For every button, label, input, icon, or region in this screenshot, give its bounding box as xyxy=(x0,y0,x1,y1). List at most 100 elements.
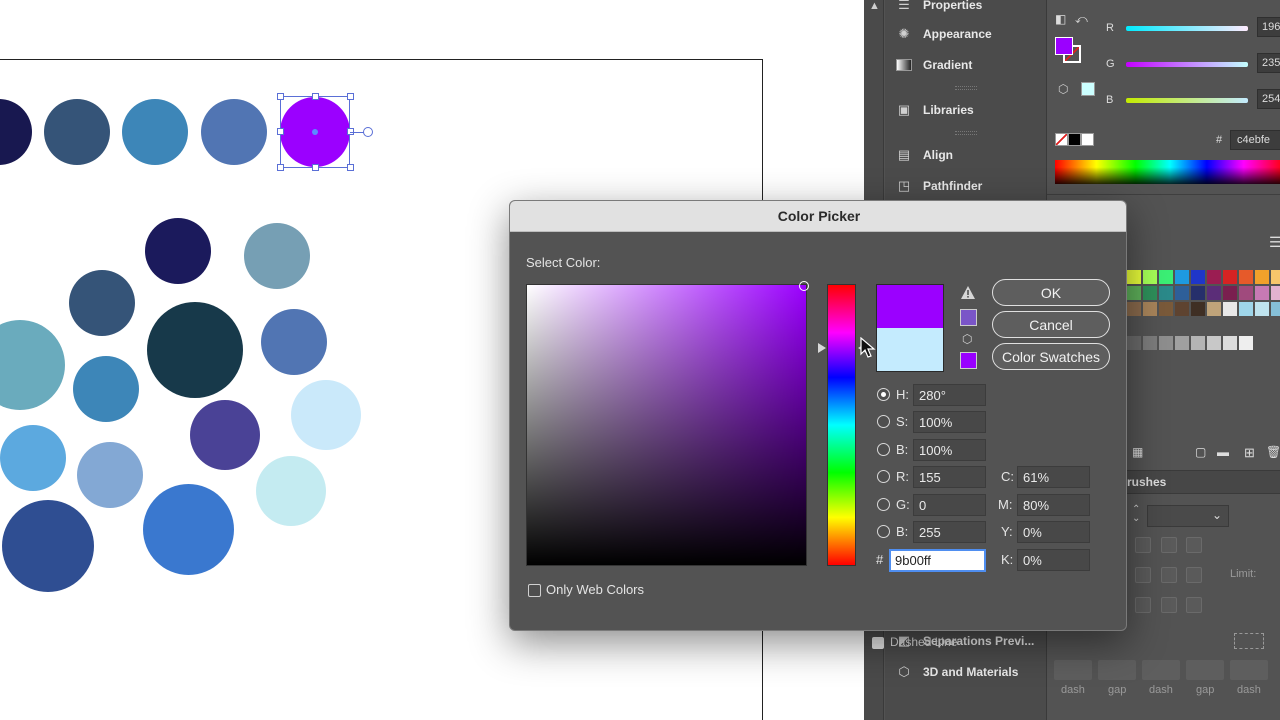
b-radio[interactable] xyxy=(877,443,890,456)
swatch[interactable] xyxy=(1143,270,1157,284)
circle-shape[interactable] xyxy=(190,400,260,470)
align-center-button[interactable] xyxy=(1135,597,1151,613)
color-swatches-button[interactable]: Color Swatches xyxy=(992,343,1110,370)
cancel-button[interactable]: Cancel xyxy=(992,311,1110,338)
swatch[interactable] xyxy=(1223,286,1237,300)
swatch[interactable] xyxy=(1143,336,1157,350)
swatch[interactable] xyxy=(1191,286,1205,300)
resize-handle[interactable] xyxy=(312,93,319,100)
c-field[interactable]: 61% xyxy=(1017,466,1090,488)
delete-icon[interactable]: 🗑 xyxy=(1266,445,1280,459)
y-field[interactable]: 0% xyxy=(1017,521,1090,543)
circle-shape[interactable] xyxy=(44,99,110,165)
m-field[interactable]: 80% xyxy=(1017,494,1090,516)
hex-value-field[interactable]: c4ebfe xyxy=(1230,130,1280,150)
saturation-brightness-field[interactable] xyxy=(526,284,807,566)
panel-item-pathfinder[interactable]: ◳ Pathfinder xyxy=(895,175,983,197)
collapse-arrow-icon[interactable]: ▲ xyxy=(869,0,880,12)
swatch[interactable] xyxy=(1207,286,1221,300)
swatch[interactable] xyxy=(1159,336,1173,350)
swatch[interactable] xyxy=(1175,270,1189,284)
dashed-line-checkbox[interactable] xyxy=(872,637,884,649)
swatch[interactable] xyxy=(1207,270,1221,284)
cap-round-button[interactable] xyxy=(1161,537,1177,553)
circle-shape[interactable] xyxy=(0,320,65,410)
join-miter-button[interactable] xyxy=(1135,567,1151,583)
current-color-preview[interactable] xyxy=(876,328,944,372)
white-swatch[interactable] xyxy=(1081,133,1094,146)
hue-slider-thumb-left[interactable] xyxy=(818,343,826,353)
join-bevel-button[interactable] xyxy=(1186,567,1202,583)
dash-field[interactable] xyxy=(1142,660,1180,680)
swatch[interactable] xyxy=(1143,302,1157,316)
swatch[interactable] xyxy=(1127,336,1141,350)
only-web-colors-checkbox[interactable] xyxy=(528,584,541,597)
swatch[interactable] xyxy=(1271,270,1280,284)
swatch[interactable] xyxy=(1271,302,1280,316)
h-field[interactable]: 280° xyxy=(913,384,986,406)
panel-item-appearance[interactable]: ✺ Appearance xyxy=(895,23,992,45)
circle-shape[interactable] xyxy=(261,309,327,375)
swatch[interactable] xyxy=(1255,302,1269,316)
blue-radio[interactable] xyxy=(877,525,890,538)
default-colors-icon[interactable]: ◧ xyxy=(1055,12,1066,26)
g-field[interactable]: 0 xyxy=(913,494,986,516)
swatch[interactable] xyxy=(1239,286,1253,300)
swatch[interactable] xyxy=(1159,286,1173,300)
r-radio[interactable] xyxy=(877,470,890,483)
warning-icon[interactable] xyxy=(960,285,976,301)
panel-group-grip[interactable] xyxy=(955,86,977,90)
join-round-button[interactable] xyxy=(1161,567,1177,583)
panel-item-libraries[interactable]: ▣ Libraries xyxy=(895,99,974,121)
dialog-title[interactable]: Color Picker xyxy=(510,201,1126,232)
new-color-group-icon[interactable]: ▬ xyxy=(1217,445,1229,459)
circle-shape[interactable] xyxy=(201,99,267,165)
none-black-white-chips[interactable] xyxy=(1055,133,1094,146)
color-field-marker[interactable] xyxy=(799,281,809,291)
resize-handle[interactable] xyxy=(347,93,354,100)
gap-field[interactable] xyxy=(1186,660,1224,680)
swatch[interactable] xyxy=(1175,336,1189,350)
live-corner-widget[interactable] xyxy=(363,127,373,137)
panel-item-properties[interactable]: ☰ Properties xyxy=(895,0,982,16)
circle-shape[interactable] xyxy=(147,302,243,398)
ok-button[interactable]: OK xyxy=(992,279,1110,306)
swatch[interactable] xyxy=(1255,286,1269,300)
weight-dropdown[interactable]: ⌄ xyxy=(1147,505,1229,527)
b-slider-track[interactable] xyxy=(1126,98,1248,103)
h-radio[interactable] xyxy=(877,388,890,401)
dash-align-icon[interactable] xyxy=(1234,633,1264,649)
swatch[interactable] xyxy=(1239,270,1253,284)
s-field[interactable]: 100% xyxy=(913,411,986,433)
black-swatch[interactable] xyxy=(1068,133,1081,146)
new-swatch-icon[interactable]: ⊞ xyxy=(1244,445,1255,461)
dash-field[interactable] xyxy=(1230,660,1268,680)
s-radio[interactable] xyxy=(877,415,890,428)
swatch-library-icon[interactable]: ▦ xyxy=(1132,445,1143,459)
swatch[interactable] xyxy=(1207,302,1221,316)
swatch[interactable] xyxy=(1143,286,1157,300)
circle-shape[interactable] xyxy=(2,500,94,592)
resize-handle[interactable] xyxy=(277,164,284,171)
panel-item-gradient[interactable]: Gradient xyxy=(895,54,972,76)
b-value-field[interactable]: 254 xyxy=(1257,89,1280,109)
g-slider-track[interactable] xyxy=(1126,62,1248,67)
swatch[interactable] xyxy=(1159,270,1173,284)
resize-handle[interactable] xyxy=(277,128,284,135)
cap-square-button[interactable] xyxy=(1186,537,1202,553)
swatch[interactable] xyxy=(1223,336,1237,350)
swatch[interactable] xyxy=(1175,302,1189,316)
circle-shape[interactable] xyxy=(73,356,139,422)
web-safe-swatch[interactable] xyxy=(1081,82,1095,96)
k-field[interactable]: 0% xyxy=(1017,549,1090,571)
swatch[interactable] xyxy=(1175,286,1189,300)
resize-handle[interactable] xyxy=(312,164,319,171)
circle-shape[interactable] xyxy=(291,380,361,450)
stepper-arrows-icon[interactable]: ⌃ ⌄ xyxy=(1132,505,1140,524)
dash-field[interactable] xyxy=(1054,660,1092,680)
swatch[interactable] xyxy=(1239,302,1253,316)
swatch[interactable] xyxy=(1191,270,1205,284)
align-outside-button[interactable] xyxy=(1186,597,1202,613)
resize-handle[interactable] xyxy=(277,93,284,100)
blue-field[interactable]: 255 xyxy=(913,521,986,543)
